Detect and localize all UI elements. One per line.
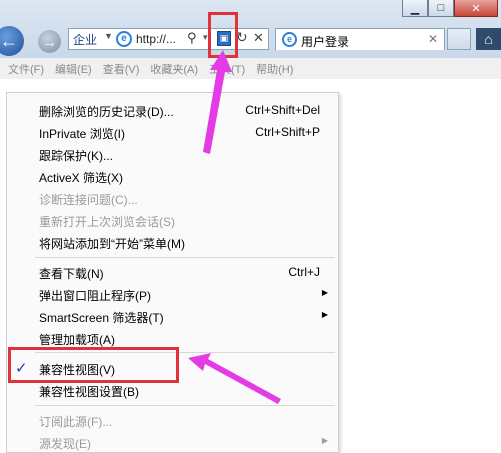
submenu-arrow-icon: ▶ [321,310,328,319]
submenu-arrow-icon: ▶ [321,436,328,445]
menu-item-manage-addons[interactable]: 管理加载项(A) [7,327,338,349]
menu-item-subscribe-feed: 订阅此源(F)... [39,415,113,429]
menu-item-add-to-start[interactable]: 将网站添加到“开始”菜单(M) [7,231,338,253]
stop-icon[interactable]: ✕ [253,30,264,46]
zone-dropdown-icon[interactable]: ▼ [104,31,113,41]
close-icon[interactable]: ✕ [454,0,498,17]
menu-item-feed-discovery: 源发现(E) ▶ [39,436,328,451]
menu-item-view-downloads[interactable]: 查看下载(N) Ctrl+J [7,261,338,283]
tools-menu: 删除浏览的历史记录(D)... Ctrl+Shift+Del InPrivate… [6,92,339,453]
menu-file[interactable]: 文件(F) [8,61,44,77]
annotation-highlight-compat-icon [208,12,238,58]
forward-arrow-icon: → [42,33,57,50]
new-tab-button[interactable] [447,28,471,50]
ie-tab-icon: e [282,32,297,47]
menu-favorites[interactable]: 收藏夹(A) [150,61,198,77]
menu-view[interactable]: 查看(V) [103,61,140,77]
annotation-highlight-compat-item [8,347,179,383]
submenu-arrow-icon: ▶ [321,288,328,297]
menu-tools[interactable]: 工具(T) [209,61,245,77]
window-caption-buttons: ▁ □ ✕ [402,0,498,18]
menu-help[interactable]: 帮助(H) [256,61,293,77]
tab-close-icon[interactable]: ✕ [428,32,438,46]
minimize-icon[interactable]: ▁ [402,0,428,17]
home-icon[interactable]: ⌂ [476,28,501,50]
ie-page-icon: e [116,31,132,47]
forward-button[interactable]: → [38,30,61,53]
menu-item-inprivate[interactable]: InPrivate 浏览(I) Ctrl+Shift+P [7,121,338,143]
menu-separator [35,405,335,406]
tab-user-login[interactable]: e 用户登录 ✕ [275,28,445,50]
menu-separator [35,257,335,258]
menu-edit[interactable]: 编辑(E) [55,61,92,77]
search-icon[interactable]: ⚲ [187,30,197,46]
menu-item-smartscreen[interactable]: SmartScreen 筛选器(T) ▶ [7,305,338,327]
menu-item-diagnose-connection: 诊断连接问题(C)... [39,193,138,207]
menu-item-delete-history[interactable]: 删除浏览的历史记录(D)... Ctrl+Shift+Del [7,99,338,121]
tab-title: 用户登录 [301,35,350,49]
menu-bar: 文件(F) 编辑(E) 查看(V) 收藏夹(A) 工具(T) 帮助(H) [0,58,501,79]
menu-item-reopen-session: 重新打开上次浏览会话(S) [39,215,175,229]
menu-item-popup-blocker[interactable]: 弹出窗口阻止程序(P) ▶ [7,283,338,305]
menu-item-tracking-protection[interactable]: 跟踪保护(K)... [7,143,338,165]
address-url[interactable]: http://... [136,32,176,46]
maximize-icon[interactable]: □ [428,0,454,17]
menu-item-activex-filtering[interactable]: ActiveX 筛选(X) [7,165,338,187]
zone-label: 企业 [73,33,98,47]
search-dropdown-icon[interactable]: ▾ [203,32,208,43]
browser-toolbar: ▁ □ ✕ ← → 企业 ▼ e http://... ⚲ ▾ ▣ ↻ ✕ e … [0,0,501,58]
back-button[interactable]: ← [0,26,24,56]
address-bar[interactable]: 企业 ▼ e http://... ⚲ ▾ ▣ ↻ ✕ [68,28,269,50]
back-arrow-icon: ← [0,30,18,51]
